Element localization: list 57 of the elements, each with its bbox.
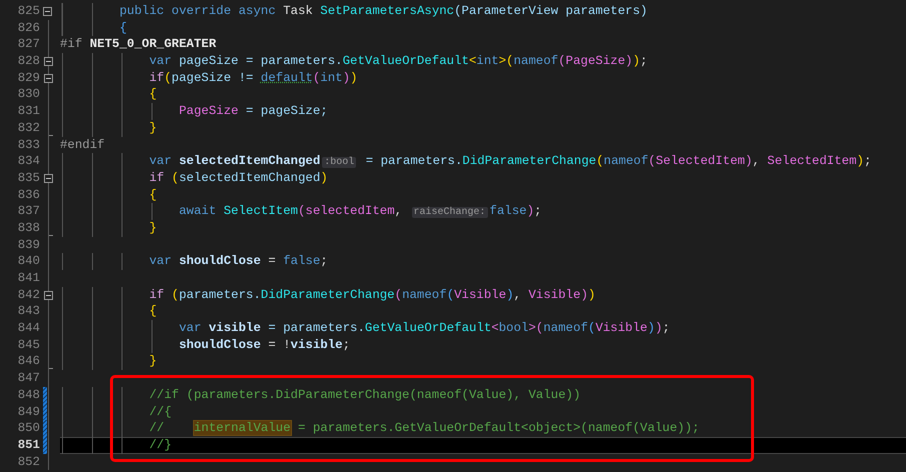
code-line: shouldClose = !visible; xyxy=(178,336,350,354)
code-line: } xyxy=(149,120,157,136)
line-number: 847 xyxy=(16,370,40,387)
code-line: //if (parameters.DidParameterChange(nameof(Value), Value)) xyxy=(149,386,580,404)
line-number: 826 xyxy=(16,20,40,36)
code-line: if(pageSize != default(int)) xyxy=(149,70,358,86)
code-line: //{ xyxy=(149,404,172,420)
collapse-icon[interactable] xyxy=(44,74,53,83)
code-line: { xyxy=(149,303,157,320)
line-number: 846 xyxy=(16,353,40,370)
line-number: 840 xyxy=(16,253,40,270)
line-number: 829 xyxy=(16,70,40,86)
line-number: 842 xyxy=(16,286,40,304)
line-number: 832 xyxy=(16,120,40,136)
line-number: 833 xyxy=(16,136,40,154)
line-number: 844 xyxy=(16,320,40,337)
line-number: 850 xyxy=(16,420,40,437)
line-number: 848 xyxy=(16,386,40,404)
code-line: PageSize = pageSize; xyxy=(178,103,328,120)
code-line: #endif xyxy=(60,136,105,154)
line-number: 851 xyxy=(16,436,40,454)
line-number: 845 xyxy=(16,336,40,354)
line-number: 825 xyxy=(16,3,40,20)
line-number: 836 xyxy=(16,186,40,204)
line-number: 834 xyxy=(16,153,40,170)
line-number: 843 xyxy=(16,303,40,320)
code-line: //} xyxy=(149,436,172,454)
code-line: { xyxy=(120,20,127,36)
code-line: if (parameters.DidParameterChange(nameof(Visible), Visible)) xyxy=(149,286,596,304)
code-line: } xyxy=(149,220,157,237)
code-line: public override async Task SetParametersAsync(ParameterView parameters) xyxy=(120,3,648,20)
code-line: await SelectItem(selectedItem, raiseChange: false); xyxy=(178,203,542,220)
code-line: var selectedItemChanged :bool = parameters.DidParameterChange(nameof(SelectedItem), SelectedItem); xyxy=(149,153,872,170)
code-line: var pageSize = parameters.GetValueOrDefault<int>(nameof(PageSize)); xyxy=(149,53,648,70)
code-line: #if NET5_0_OR_GREATER xyxy=(60,36,216,54)
line-number: 828 xyxy=(16,53,40,70)
line-number: 830 xyxy=(16,86,40,104)
code-line: { xyxy=(149,186,157,204)
line-number: 839 xyxy=(16,236,40,254)
code-line: var shouldClose = false; xyxy=(149,253,328,270)
code-line: if (selectedItemChanged) xyxy=(149,170,328,187)
line-number: 841 xyxy=(16,270,40,287)
line-number: 838 xyxy=(16,220,40,237)
line-number: 837 xyxy=(16,203,40,220)
collapse-icon[interactable] xyxy=(43,6,52,16)
line-number: 827 xyxy=(16,36,40,54)
code-line: // internalValue = parameters.GetValueOrDefault<object>(nameof(Value)); xyxy=(149,420,700,437)
code-line: } xyxy=(149,353,157,370)
line-number: 849 xyxy=(16,404,40,420)
line-number: 852 xyxy=(16,454,40,470)
code-line: var visible = parameters.GetValueOrDefault<bool>(nameof(Visible)); xyxy=(178,320,670,337)
code-line: { xyxy=(149,86,157,104)
collapse-icon[interactable] xyxy=(44,56,53,66)
line-number: 835 xyxy=(16,170,40,187)
collapse-icon[interactable] xyxy=(44,174,53,183)
collapse-icon[interactable] xyxy=(44,290,53,300)
line-number: 831 xyxy=(16,103,40,120)
